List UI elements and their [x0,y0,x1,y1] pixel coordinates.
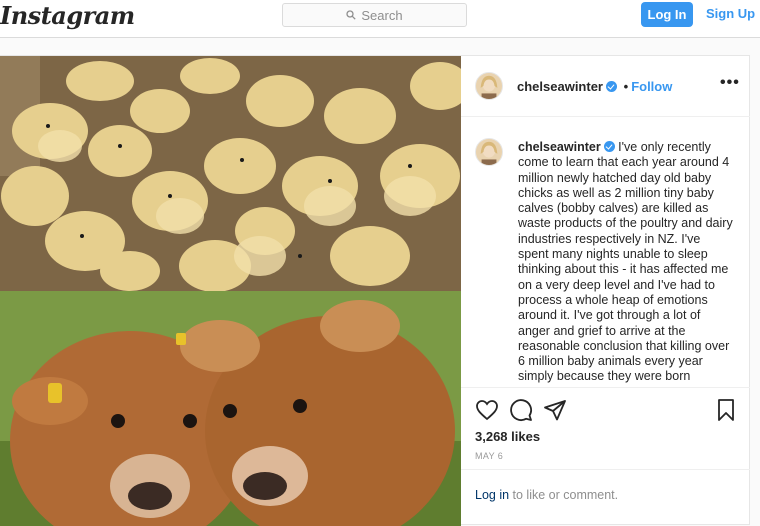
comment-icon[interactable] [509,398,533,422]
more-options-icon[interactable]: ••• [720,74,740,92]
avatar[interactable] [475,138,503,166]
comments-section[interactable]: chelseawinter I've only recently come to… [461,118,750,388]
post-date[interactable]: MAY 6 [475,451,503,461]
verified-badge-icon [603,141,615,152]
post-sidebar: chelseawinter • Follow ••• chelseawinter … [461,56,750,526]
search-placeholder: Search [361,7,403,23]
follow-button[interactable]: Follow [631,79,672,94]
chicks-photo [0,56,461,291]
search-input[interactable]: Search [282,3,467,27]
bookmark-icon[interactable] [714,398,738,422]
verified-badge-icon [606,81,617,92]
caption-username[interactable]: chelseawinter [518,140,601,154]
search-icon [346,10,357,20]
calves-photo [0,291,461,526]
caption-text: I've only recently come to learn that ea… [518,140,733,384]
heart-icon[interactable] [475,398,499,422]
post-header: chelseawinter • Follow ••• [461,56,750,117]
likes-count[interactable]: 3,268 likes [475,429,540,444]
signup-link[interactable]: Sign Up [706,6,755,21]
separator-dot: • [623,79,629,94]
login-button[interactable]: Log In [641,2,693,27]
footer-login-link[interactable]: Log in [475,488,509,502]
top-navigation-bar: Instagram Search Log In Sign Up [0,0,760,38]
action-bar [461,396,750,426]
footer-login-text: to like or comment. [509,488,619,502]
post-caption: chelseawinter I've only recently come to… [518,140,733,385]
post-image[interactable] [0,56,461,526]
avatar[interactable] [475,72,503,100]
instagram-logo[interactable]: Instagram [0,1,135,30]
comment-footer: Log in to like or comment. [461,469,750,526]
post-card: chelseawinter • Follow ••• chelseawinter … [0,55,750,526]
username-link[interactable]: chelseawinter [517,79,603,94]
login-to-comment: Log in to like or comment. [475,488,618,502]
share-icon[interactable] [543,398,567,422]
